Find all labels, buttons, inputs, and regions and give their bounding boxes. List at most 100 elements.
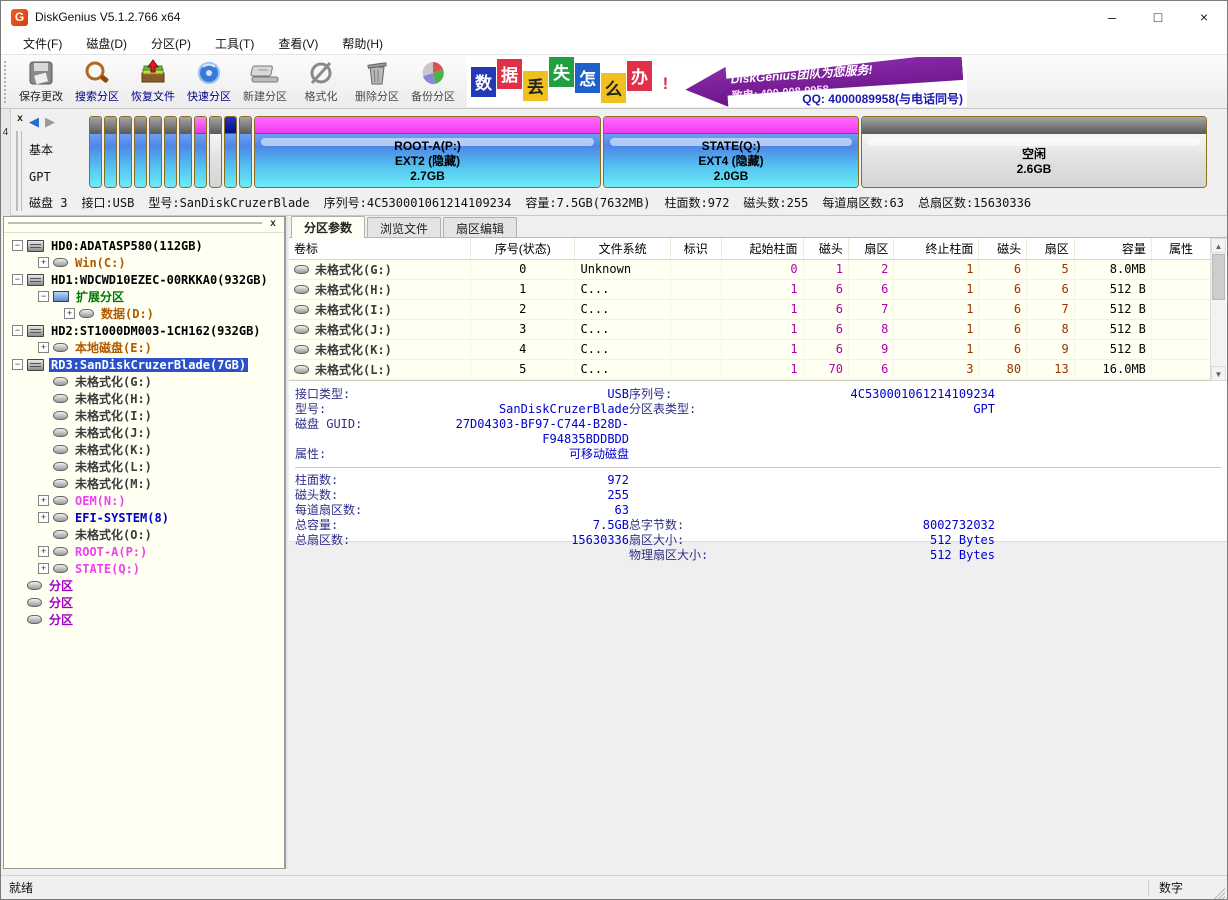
panel-grip[interactable] — [16, 131, 22, 211]
toolbar-button-1[interactable]: 保存更改 — [13, 57, 69, 107]
mini-partition-8[interactable] — [194, 116, 207, 188]
partition-block-3[interactable]: 空闲2.6GB — [861, 116, 1207, 188]
maximize-button[interactable]: □ — [1135, 1, 1181, 33]
side-tab[interactable]: 4 — [1, 109, 11, 216]
table-row[interactable]: 未格式化(I:)2C...167167512 B — [289, 299, 1211, 319]
mini-partition-6[interactable] — [164, 116, 177, 188]
toolbar-grip[interactable] — [4, 61, 9, 103]
scroll-up-icon[interactable]: ▲ — [1211, 238, 1226, 253]
mini-partition-4[interactable] — [134, 116, 147, 188]
column-header-4[interactable]: 标识 — [670, 238, 721, 259]
tree-item-19[interactable]: +ROOT-A(P:) — [4, 543, 284, 560]
expand-icon[interactable]: + — [38, 512, 49, 523]
expand-icon[interactable]: + — [38, 257, 49, 268]
table-scrollbar[interactable]: ▲ ▼ — [1210, 238, 1226, 381]
panel-close-icon[interactable]: x — [14, 114, 26, 126]
mini-partition-5[interactable] — [149, 116, 162, 188]
toolbar-button-6[interactable]: 格式化 — [293, 57, 349, 107]
toolbar-button-4[interactable]: 快速分区 — [181, 57, 237, 107]
tree-item-4[interactable]: −扩展分区 — [4, 288, 284, 305]
tab-2[interactable]: 浏览文件 — [367, 217, 441, 237]
column-header-8[interactable]: 终止柱面 — [894, 238, 979, 259]
menu-item-2[interactable]: 分区(P) — [141, 33, 201, 54]
tree-item-13[interactable]: 未格式化(K:) — [4, 441, 284, 458]
mini-partition-11[interactable] — [239, 116, 252, 188]
tab-3[interactable]: 扇区编辑 — [443, 217, 517, 237]
collapse-icon[interactable]: − — [12, 359, 23, 370]
partition-block-2[interactable]: STATE(Q:)EXT4 (隐藏)2.0GB — [603, 116, 859, 188]
expand-icon[interactable]: + — [38, 546, 49, 557]
toolbar-button-2[interactable]: 搜索分区 — [69, 57, 125, 107]
tree-item-9[interactable]: 未格式化(G:) — [4, 373, 284, 390]
menu-item-4[interactable]: 查看(V) — [268, 33, 328, 54]
tree-item-18[interactable]: 未格式化(O:) — [4, 526, 284, 543]
vertical-splitter[interactable] — [285, 216, 288, 869]
toolbar-button-5[interactable]: 新建分区 — [237, 57, 293, 107]
menu-item-3[interactable]: 工具(T) — [205, 33, 264, 54]
menu-item-1[interactable]: 磁盘(D) — [76, 33, 137, 54]
menu-item-5[interactable]: 帮助(H) — [332, 33, 393, 54]
expand-icon[interactable]: + — [38, 495, 49, 506]
collapse-icon[interactable]: − — [12, 325, 23, 336]
column-header-12[interactable]: 属性 — [1151, 238, 1210, 259]
close-button[interactable]: × — [1181, 1, 1227, 33]
mini-partition-7[interactable] — [179, 116, 192, 188]
toolbar-button-7[interactable]: 删除分区 — [349, 57, 405, 107]
minimize-button[interactable]: – — [1089, 1, 1135, 33]
table-row[interactable]: 未格式化(K:)4C...169169512 B — [289, 339, 1211, 359]
mini-partition-3[interactable] — [119, 116, 132, 188]
tree-item-15[interactable]: 未格式化(M:) — [4, 475, 284, 492]
table-row[interactable]: 未格式化(G:)0Unknown0121658.0MB — [289, 259, 1211, 279]
partition-block-1[interactable]: ROOT-A(P:)EXT2 (隐藏)2.7GB — [254, 116, 601, 188]
expand-icon[interactable]: + — [38, 342, 49, 353]
collapse-icon[interactable]: − — [38, 291, 49, 302]
scroll-down-icon[interactable]: ▼ — [1211, 366, 1226, 381]
tree-item-10[interactable]: 未格式化(H:) — [4, 390, 284, 407]
tab-1[interactable]: 分区参数 — [291, 216, 365, 238]
mini-partition-9[interactable] — [209, 116, 222, 188]
column-header-10[interactable]: 扇区 — [1027, 238, 1075, 259]
column-header-3[interactable]: 文件系统 — [575, 238, 670, 259]
table-row[interactable]: 未格式化(L:)5C...17063801316.0MB — [289, 359, 1211, 379]
scroll-thumb[interactable] — [1212, 254, 1225, 300]
tree-item-17[interactable]: +EFI-SYSTEM(8) — [4, 509, 284, 526]
menu-item-0[interactable]: 文件(F) — [13, 33, 72, 54]
column-header-5[interactable]: 起始柱面 — [721, 238, 803, 259]
toolbar-button-8[interactable]: 备份分区 — [405, 57, 461, 107]
tree-item-12[interactable]: 未格式化(J:) — [4, 424, 284, 441]
table-row[interactable]: 未格式化(H:)1C...166166512 B — [289, 279, 1211, 299]
tree-item-2[interactable]: +Win(C:) — [4, 254, 284, 271]
expand-icon[interactable]: + — [64, 308, 75, 319]
tree-item-14[interactable]: 未格式化(L:) — [4, 458, 284, 475]
mini-partition-10[interactable] — [224, 116, 237, 188]
tree-panel-close-icon[interactable]: x — [267, 218, 279, 230]
prev-disk-icon[interactable]: ◀ — [29, 115, 39, 129]
tree-item-1[interactable]: −HD0:ADATASP580(112GB) — [4, 237, 284, 254]
mini-partition-1[interactable] — [89, 116, 102, 188]
tree-item-8[interactable]: −RD3:SanDiskCruzerBlade(7GB) — [4, 356, 284, 373]
mini-partition-2[interactable] — [104, 116, 117, 188]
expand-icon[interactable]: + — [38, 563, 49, 574]
tree-item-22[interactable]: 分区 — [4, 594, 284, 611]
tree-item-16[interactable]: +OEM(N:) — [4, 492, 284, 509]
tree-panel-grip[interactable] — [8, 222, 262, 227]
tree-item-21[interactable]: 分区 — [4, 577, 284, 594]
tree-item-6[interactable]: −HD2:ST1000DM003-1CH162(932GB) — [4, 322, 284, 339]
tree-item-20[interactable]: +STATE(Q:) — [4, 560, 284, 577]
column-header-7[interactable]: 扇区 — [848, 238, 893, 259]
tree-item-3[interactable]: −HD1:WDCWD10EZEC-00RKKA0(932GB) — [4, 271, 284, 288]
column-header-11[interactable]: 容量 — [1074, 238, 1151, 259]
toolbar-button-3[interactable]: 恢复文件 — [125, 57, 181, 107]
tree-item-5[interactable]: +数据(D:) — [4, 305, 284, 322]
column-header-6[interactable]: 磁头 — [803, 238, 848, 259]
tree-item-23[interactable]: 分区 — [4, 611, 284, 628]
column-header-2[interactable]: 序号(状态) — [471, 238, 575, 259]
collapse-icon[interactable]: − — [12, 240, 23, 251]
column-header-1[interactable]: 卷标 — [289, 238, 471, 259]
tree-item-11[interactable]: 未格式化(I:) — [4, 407, 284, 424]
tree-item-7[interactable]: +本地磁盘(E:) — [4, 339, 284, 356]
resize-grip[interactable] — [1211, 885, 1225, 899]
next-disk-icon[interactable]: ▶ — [45, 115, 55, 129]
table-row[interactable]: 未格式化(J:)3C...168168512 B — [289, 319, 1211, 339]
collapse-icon[interactable]: − — [12, 274, 23, 285]
